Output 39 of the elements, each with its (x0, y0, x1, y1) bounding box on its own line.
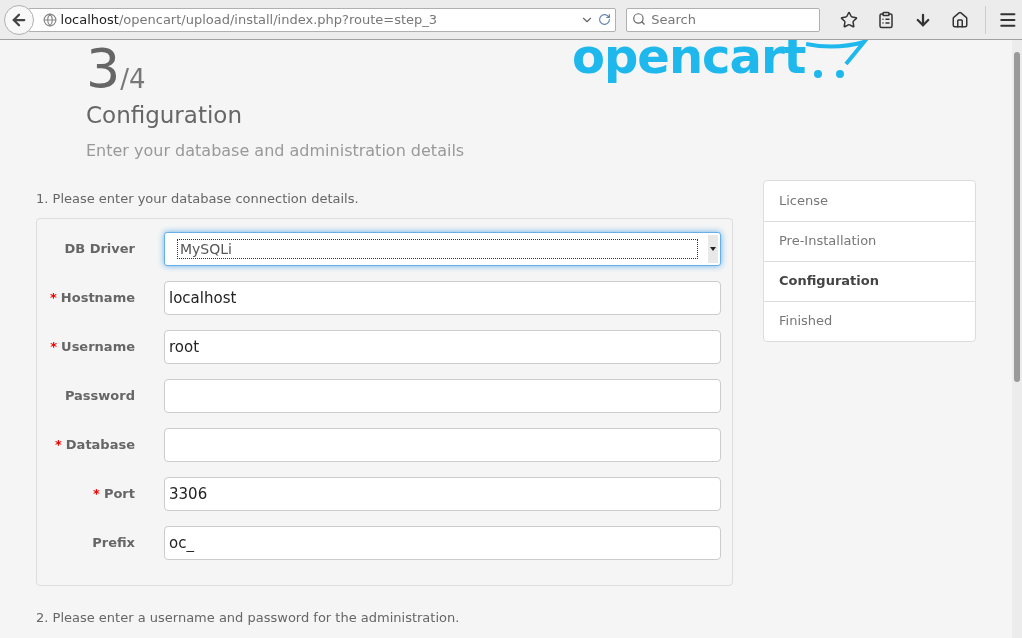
globe-icon (42, 12, 57, 27)
section-heading: 1. Please enter your database connection details. (36, 189, 360, 208)
text-input[interactable] (164, 379, 721, 413)
back-button[interactable] (4, 4, 34, 35)
reading-list-icon[interactable] (877, 10, 896, 29)
home-icon[interactable] (951, 10, 970, 29)
page-subtitle: Enter your database and administration details (86, 139, 466, 162)
reload-icon[interactable] (598, 13, 612, 26)
search-field[interactable]: Search (626, 7, 821, 32)
required-mark: * (55, 436, 62, 455)
step-number: 3 (86, 42, 121, 96)
text-input[interactable]: localhost (164, 281, 721, 315)
text-input[interactable] (164, 428, 721, 462)
step-item[interactable]: Finished (764, 300, 975, 341)
text-input[interactable]: 3306 (164, 477, 721, 511)
field-label: Username (61, 338, 135, 357)
url-field[interactable]: localhost/opencart/upload/install/index.php?route=step_3 (27, 7, 617, 32)
bookmark-star-icon[interactable] (840, 10, 859, 29)
required-mark: * (50, 289, 57, 308)
text-input[interactable]: root (164, 330, 721, 364)
field-label: Port (103, 485, 135, 504)
required-mark: * (93, 485, 100, 504)
field-label: Hostname (60, 289, 135, 308)
page-title: Configuration (86, 101, 243, 130)
step-item[interactable]: License (764, 180, 975, 221)
field-label: DB Driver (64, 240, 135, 259)
step-total: /4 (120, 66, 146, 92)
section-heading: 2. Please enter a username and password for the administration. (36, 609, 461, 627)
text-input[interactable]: oc_ (164, 526, 721, 560)
required-mark: * (50, 338, 58, 357)
field-label: Prefix (92, 534, 135, 553)
search-icon (632, 12, 647, 27)
step-item[interactable]: Pre-Installation (764, 220, 975, 261)
step-item[interactable]: Configuration (764, 260, 975, 301)
db-driver-select[interactable]: MySQLi (164, 232, 721, 266)
caret-icon (708, 235, 718, 263)
url-text: localhost/opencart/upload/install/index.php?route=step_3 (60, 10, 439, 29)
field-label: Database (65, 436, 135, 455)
field-label: Password (64, 387, 135, 406)
